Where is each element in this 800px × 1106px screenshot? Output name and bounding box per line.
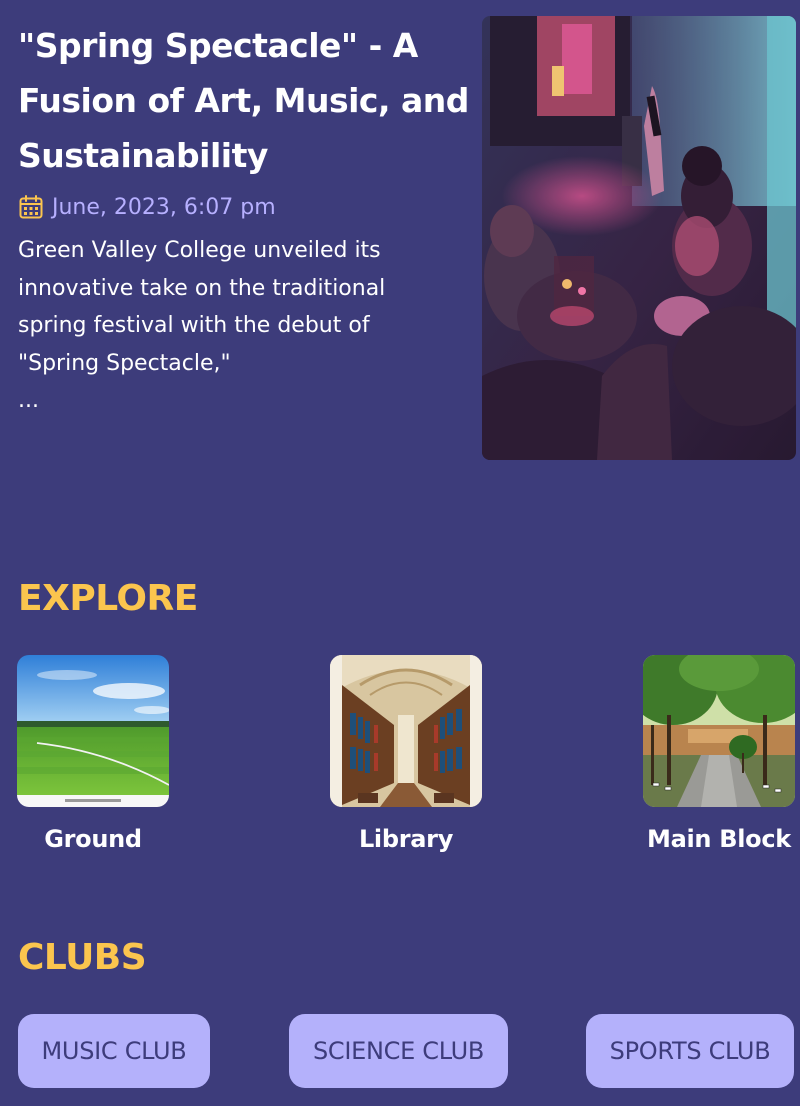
place-label-main-block: Main Block (647, 825, 791, 853)
calendar-icon (19, 195, 43, 219)
place-label-ground: Ground (44, 825, 142, 853)
library-hall-photo-icon (330, 655, 482, 807)
news-card[interactable]: "Spring Spectacle" - A Fusion of Art, Mu… (0, 0, 800, 470)
place-card-library[interactable]: Library (306, 655, 506, 853)
place-card-main-block[interactable]: Main Block (619, 655, 800, 853)
clubs-heading: CLUBS (18, 937, 147, 978)
sports-field-photo-icon (17, 655, 169, 807)
place-thumb[interactable] (330, 655, 482, 807)
news-title[interactable]: "Spring Spectacle" - A Fusion of Art, Mu… (18, 18, 473, 183)
news-excerpt-text: Green Valley College unveiled its innova… (18, 238, 386, 376)
news-excerpt: Green Valley College unveiled its innova… (18, 232, 448, 420)
place-card-ground[interactable]: Ground (0, 655, 193, 853)
news-date-text: June, 2023, 6:07 pm (52, 194, 276, 220)
sports-club-button[interactable]: SPORTS CLUB (586, 1014, 794, 1088)
place-label-library: Library (358, 825, 454, 853)
news-image[interactable] (482, 16, 796, 460)
news-date: June, 2023, 6:07 pm (18, 190, 276, 224)
campus-walkway-photo-icon (643, 655, 795, 807)
concert-crowd-photo-icon (482, 16, 796, 460)
explore-heading: EXPLORE (18, 578, 198, 619)
place-thumb[interactable] (643, 655, 795, 807)
news-excerpt-ellipsis: ... (18, 388, 39, 413)
music-club-button[interactable]: MUSIC CLUB (18, 1014, 210, 1088)
place-thumb[interactable] (17, 655, 169, 807)
science-club-button[interactable]: SCIENCE CLUB (289, 1014, 508, 1088)
